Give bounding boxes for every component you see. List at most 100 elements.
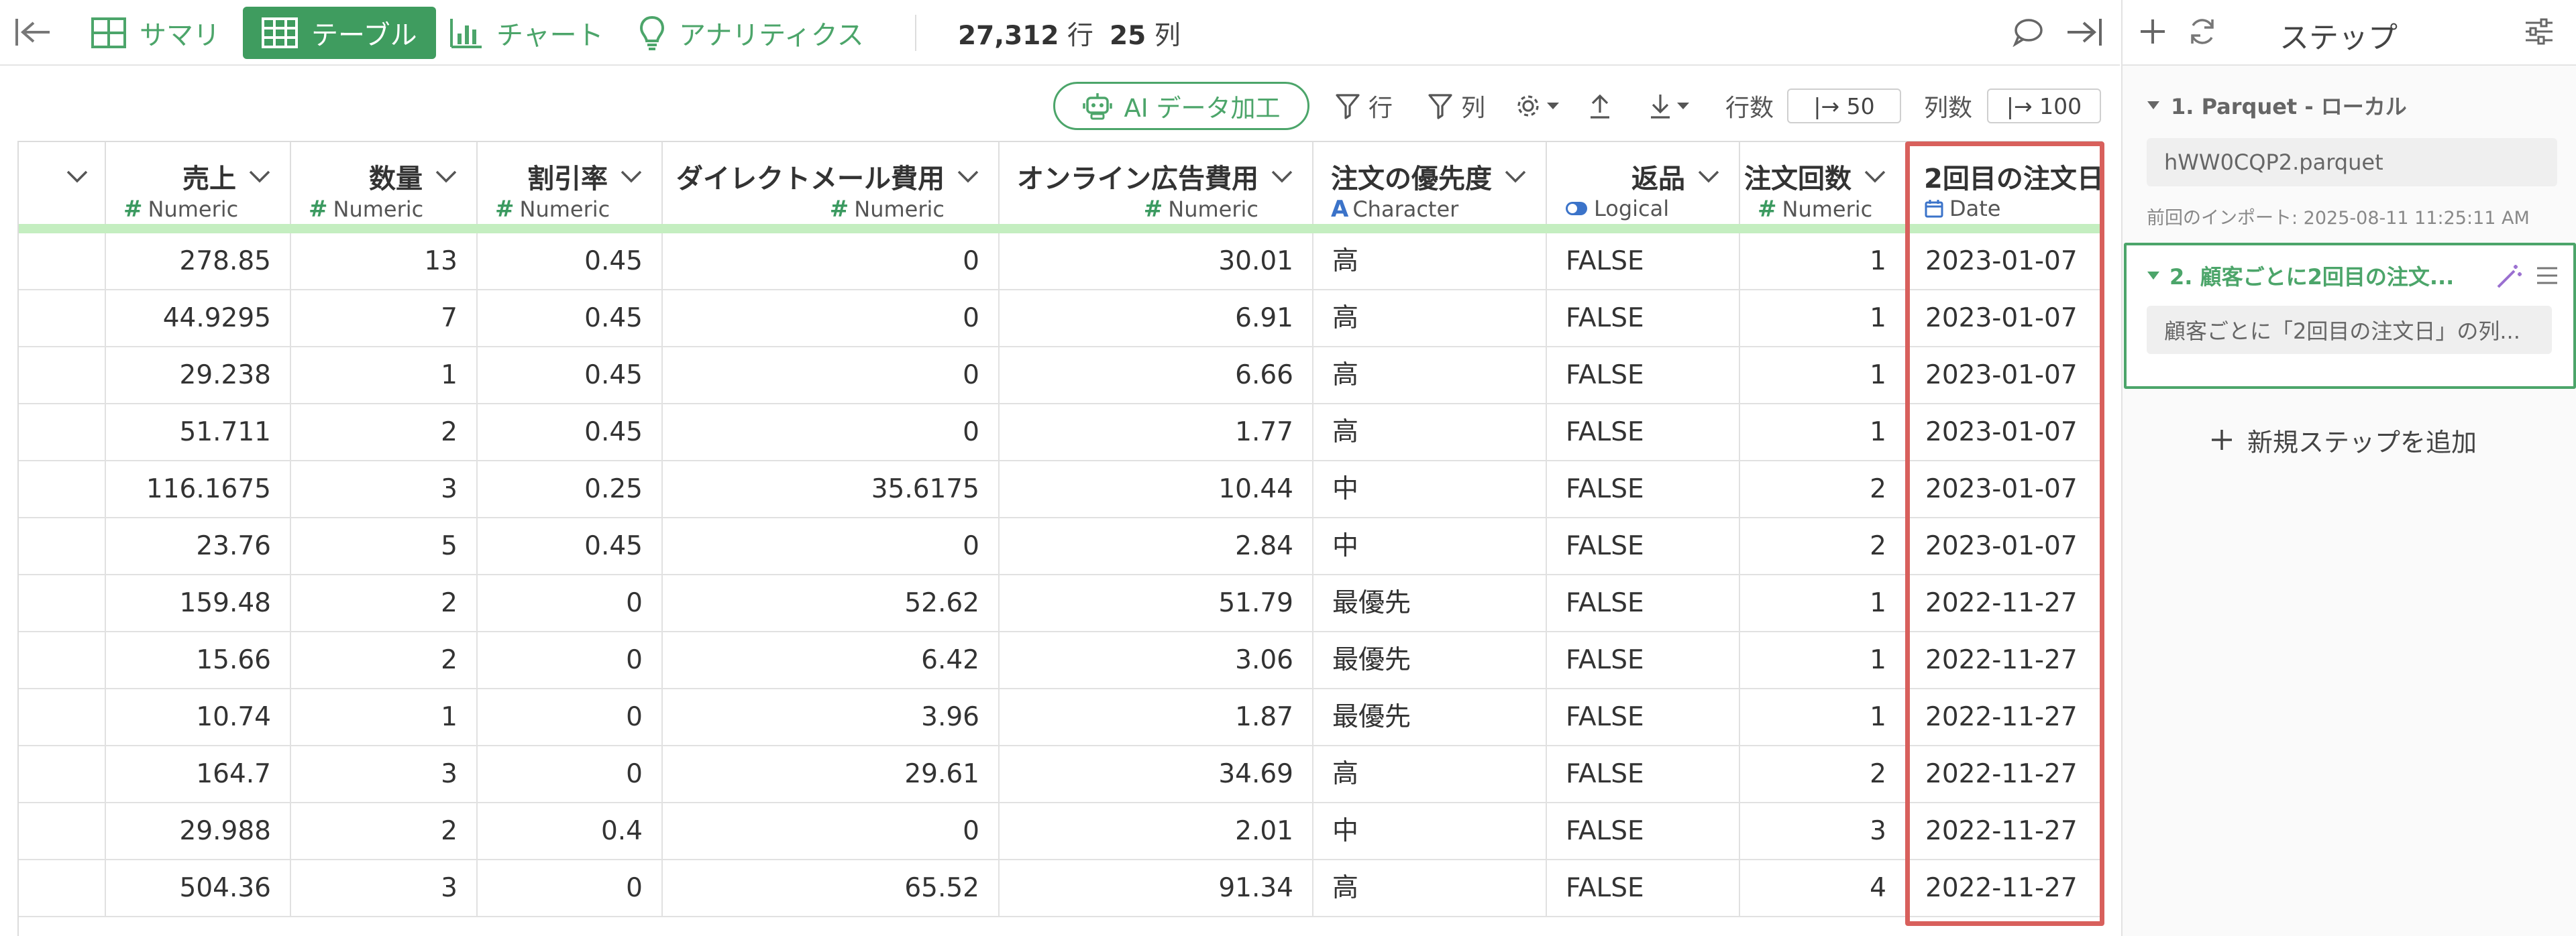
table-cell[interactable]: 高 xyxy=(1313,746,1547,802)
column-header[interactable]: オンライン広告費用 # Numeric xyxy=(1000,142,1313,224)
table-cell[interactable]: 3.96 xyxy=(663,689,1000,745)
add-icon[interactable] xyxy=(2139,17,2167,48)
table-cell[interactable]: 0 xyxy=(478,632,663,688)
chevron-down-icon[interactable] xyxy=(248,169,271,184)
column-header[interactable]: 割引率 # Numeric xyxy=(478,142,663,224)
ai-data-processing-button[interactable]: AI データ加工 xyxy=(1053,82,1309,130)
row-filter-button[interactable]: 行 xyxy=(1335,87,1393,125)
table-cell[interactable]: FALSE xyxy=(1547,803,1740,859)
table-cell[interactable]: 高 xyxy=(1313,290,1547,346)
table-cell[interactable]: 65.52 xyxy=(663,860,1000,916)
table-cell[interactable]: 51.79 xyxy=(1000,575,1313,631)
refresh-icon[interactable] xyxy=(2187,16,2218,50)
table-cell[interactable]: 最優先 xyxy=(1313,689,1547,745)
table-cell[interactable]: 5 xyxy=(291,518,478,574)
table-cell[interactable]: 0.4 xyxy=(478,803,663,859)
table-row[interactable]: 29.238 1 0.45 0 6.66 高 FALSE 1 2023-01-07 xyxy=(19,347,2102,404)
table-cell[interactable]: 2023-01-07 xyxy=(1907,461,2102,517)
table-cell[interactable]: 23.76 xyxy=(106,518,291,574)
chevron-down-icon[interactable] xyxy=(66,169,89,184)
table-cell[interactable]: 2022-11-27 xyxy=(1907,803,2102,859)
table-cell[interactable]: FALSE xyxy=(1547,575,1740,631)
step-1-file[interactable]: hWW0CQP2.parquet xyxy=(2147,138,2557,186)
collapse-left-icon[interactable] xyxy=(15,17,51,50)
column-header[interactable]: 2回目の注文日 Date xyxy=(1907,142,2102,224)
table-cell[interactable]: 中 xyxy=(1313,518,1547,574)
table-cell[interactable]: 2 xyxy=(1740,461,1907,517)
table-cell[interactable]: 29.238 xyxy=(106,347,291,403)
table-cell[interactable]: 2 xyxy=(1740,746,1907,802)
step-1-header[interactable]: 1. Parquet - ローカル xyxy=(2147,89,2563,122)
table-cell[interactable]: 3 xyxy=(291,746,478,802)
table-row[interactable]: 51.711 2 0.45 0 1.77 高 FALSE 1 2023-01-07 xyxy=(19,404,2102,461)
table-cell[interactable]: 10.44 xyxy=(1000,461,1313,517)
table-cell[interactable]: 6.66 xyxy=(1000,347,1313,403)
table-cell[interactable]: 30.01 xyxy=(1000,233,1313,289)
download-dropdown[interactable] xyxy=(1649,87,1690,125)
table-cell[interactable]: 2 xyxy=(291,575,478,631)
table-cell[interactable]: 0 xyxy=(478,860,663,916)
table-cell[interactable]: 1 xyxy=(1740,347,1907,403)
table-cell[interactable]: FALSE xyxy=(1547,233,1740,289)
table-row[interactable]: 23.76 5 0.45 0 2.84 中 FALSE 2 2023-01-07 xyxy=(19,518,2102,575)
table-cell[interactable]: 1 xyxy=(291,347,478,403)
table-cell[interactable]: 4 xyxy=(1740,860,1907,916)
table-cell[interactable]: 2022-11-27 xyxy=(1907,689,2102,745)
table-cell[interactable]: FALSE xyxy=(1547,461,1740,517)
table-cell[interactable]: 3.06 xyxy=(1000,632,1313,688)
table-cell[interactable]: 2023-01-07 xyxy=(1907,347,2102,403)
table-cell[interactable]: 2023-01-07 xyxy=(1907,290,2102,346)
settings-dropdown[interactable] xyxy=(1515,87,1560,125)
table-cell[interactable]: 504.36 xyxy=(106,860,291,916)
chevron-down-icon[interactable] xyxy=(1697,169,1720,184)
table-cell[interactable]: 1 xyxy=(1740,233,1907,289)
sliders-icon[interactable] xyxy=(2524,17,2555,48)
table-row[interactable]: 15.66 2 0 6.42 3.06 最優先 FALSE 1 2022-11-27 xyxy=(19,632,2102,689)
table-cell[interactable]: FALSE xyxy=(1547,290,1740,346)
table-cell[interactable]: FALSE xyxy=(1547,860,1740,916)
table-cell[interactable]: 中 xyxy=(1313,803,1547,859)
table-cell[interactable]: 1 xyxy=(1740,575,1907,631)
step-2-description[interactable]: 顧客ごとに「2回目の注文日」の列... xyxy=(2147,306,2552,354)
table-cell[interactable]: 1 xyxy=(1740,632,1907,688)
table-cell[interactable]: 6.91 xyxy=(1000,290,1313,346)
table-cell[interactable]: 最優先 xyxy=(1313,575,1547,631)
table-cell[interactable]: FALSE xyxy=(1547,632,1740,688)
table-cell[interactable]: 高 xyxy=(1313,233,1547,289)
comment-icon[interactable] xyxy=(2012,17,2043,50)
table-cell[interactable]: 1 xyxy=(1740,290,1907,346)
table-cell[interactable]: 2022-11-27 xyxy=(1907,575,2102,631)
table-row[interactable]: 116.1675 3 0.25 35.6175 10.44 中 FALSE 2 2023-01-… xyxy=(19,461,2102,518)
chevron-down-icon[interactable] xyxy=(957,169,979,184)
table-cell[interactable]: 7 xyxy=(291,290,478,346)
column-filter-button[interactable]: 列 xyxy=(1428,87,1485,125)
table-cell[interactable]: 0.45 xyxy=(478,404,663,460)
table-cell[interactable]: 278.85 xyxy=(106,233,291,289)
tab-chart[interactable]: チャート xyxy=(449,7,604,59)
table-cell[interactable]: FALSE xyxy=(1547,347,1740,403)
column-header[interactable]: ダイレクトメール費用 # Numeric xyxy=(663,142,1000,224)
table-row[interactable]: 44.9295 7 0.45 0 6.91 高 FALSE 1 2023-01-07 xyxy=(19,290,2102,347)
tab-summary[interactable]: サマリ xyxy=(91,7,220,59)
table-cell[interactable]: 13 xyxy=(291,233,478,289)
table-cell[interactable]: 91.34 xyxy=(1000,860,1313,916)
table-cell[interactable]: 51.711 xyxy=(106,404,291,460)
table-cell[interactable]: 1.77 xyxy=(1000,404,1313,460)
table-cell[interactable]: 29.988 xyxy=(106,803,291,859)
table-cell[interactable]: 2022-11-27 xyxy=(1907,860,2102,916)
chevron-down-icon[interactable] xyxy=(1504,169,1527,184)
table-cell[interactable]: 2 xyxy=(1740,518,1907,574)
table-cell[interactable]: 0 xyxy=(663,518,1000,574)
table-cell[interactable]: 159.48 xyxy=(106,575,291,631)
table-cell[interactable]: FALSE xyxy=(1547,404,1740,460)
add-step-button[interactable]: 新規ステップを追加 xyxy=(2210,420,2477,460)
table-cell[interactable]: 1 xyxy=(291,689,478,745)
tab-table[interactable]: テーブル xyxy=(243,7,436,59)
cols-limit-input[interactable]: |→ 100 xyxy=(1987,89,2101,123)
table-cell[interactable]: 2.84 xyxy=(1000,518,1313,574)
table-cell[interactable]: 29.61 xyxy=(663,746,1000,802)
chevron-down-icon[interactable] xyxy=(1864,169,1886,184)
table-row[interactable]: 504.36 3 0 65.52 91.34 高 FALSE 4 2022-11-27 xyxy=(19,860,2102,917)
table-row[interactable]: 278.85 13 0.45 0 30.01 高 FALSE 1 2023-01-07 xyxy=(19,233,2102,290)
table-cell[interactable]: 2023-01-07 xyxy=(1907,518,2102,574)
